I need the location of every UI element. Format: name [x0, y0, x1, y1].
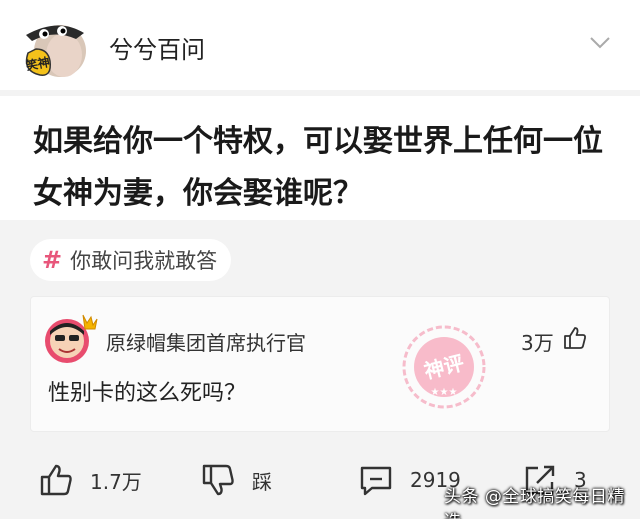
question-title[interactable]: 如果给你一个特权，可以娶世界上任何一位女神为妻，你会娶谁呢？ [33, 116, 618, 220]
comment-text: 性别卡的这么死吗？ [48, 381, 247, 406]
commenter-name[interactable]: 原绿帽集团首席执行官 [106, 327, 306, 356]
author-avatar[interactable]: 笑神 [18, 13, 90, 81]
question-card: 如果给你一个特权，可以娶世界上任何一位女神为妻，你会娶谁呢？ [0, 96, 640, 220]
thumbs-up-icon[interactable] [562, 325, 588, 351]
upvote-button[interactable]: 1.7万 [38, 462, 142, 498]
upvote-count: 1.7万 [90, 469, 142, 494]
author-header: 笑神 兮兮百问 [0, 0, 640, 90]
hash-icon: # [42, 246, 63, 274]
author-name[interactable]: 兮兮百问 [109, 30, 205, 65]
thumbs-down-icon [202, 464, 234, 496]
top-comment-card[interactable]: 原绿帽集团首席执行官 神评 ★★★ 3万 性别卡的这么死吗？ [30, 296, 610, 432]
comment-like-count: 3万 [521, 331, 554, 355]
comment-icon [360, 466, 392, 496]
downvote-button[interactable]: 踩 [200, 462, 272, 498]
top-comment-stamp: 神评 ★★★ [402, 325, 486, 409]
thumbs-up-icon [40, 464, 72, 496]
svg-text:★★★: ★★★ [431, 387, 458, 398]
downvote-label: 踩 [252, 469, 272, 494]
commenter-avatar[interactable] [41, 311, 101, 365]
chevron-down-icon[interactable] [589, 36, 611, 50]
source-watermark: 头条 @全球搞笑每日精选 [444, 487, 625, 519]
topic-label: 你敢问我就敢答 [70, 249, 218, 273]
topic-tag[interactable]: # 你敢问我就敢答 [30, 239, 232, 281]
